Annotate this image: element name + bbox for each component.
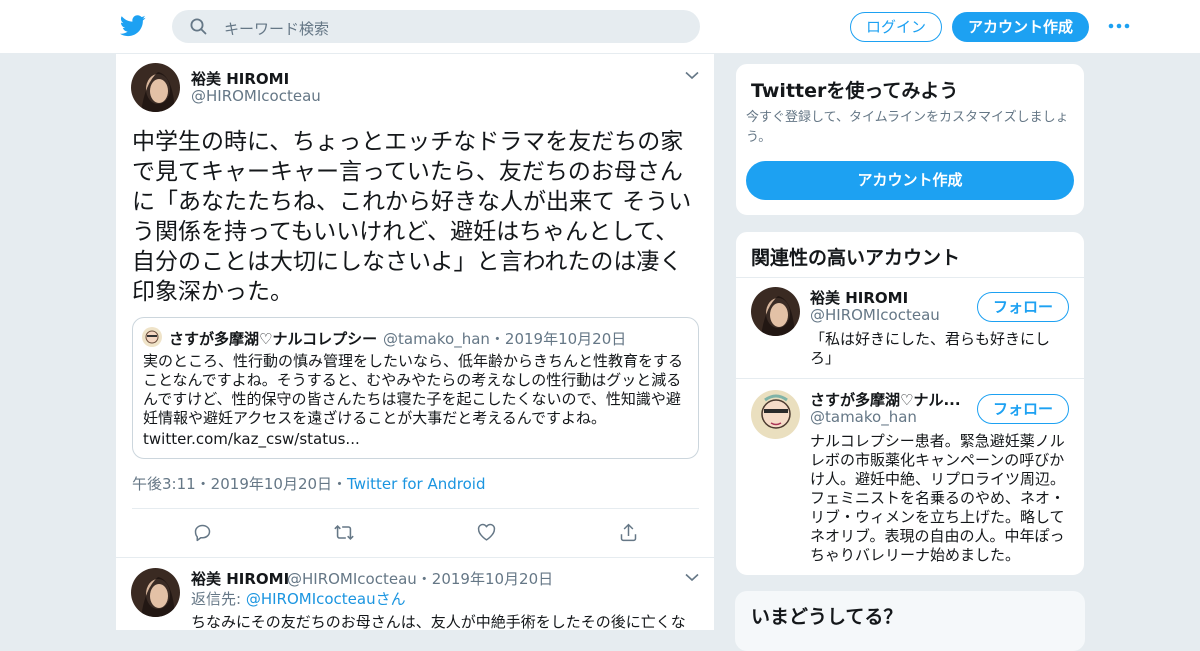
quote-author-name: さすが多摩湖♡ナルコレプシー [169,330,378,348]
tweet-timestamp[interactable]: 午後3:11・2019年10月20日・ [132,475,347,493]
related-account-name[interactable]: 裕美 HIROMI [810,287,908,308]
related-account-handle[interactable]: @HIROMIcocteau [810,306,940,324]
quote-avatar [142,327,162,347]
login-button[interactable]: ログイン [850,12,942,42]
top-navigation-bar: キーワード検索 ログイン アカウント作成 [0,0,1200,54]
signup-card-button[interactable]: アカウント作成 [746,161,1074,200]
search-input[interactable]: キーワード検索 [224,18,329,39]
follow-button[interactable]: フォロー [977,292,1069,322]
quote-handle-date: @tamako_han・2019年10月20日 [383,330,627,348]
like-heart-icon[interactable] [476,522,497,542]
share-icon[interactable] [618,522,639,543]
tweet-metadata: 午後3:11・2019年10月20日・Twitter for Android [132,473,485,494]
signup-card: Twitterを使ってみよう 今すぐ登録して、タイムラインをカスタマイズしましょ… [735,63,1085,216]
quote-link[interactable]: twitter.com/kaz_csw/status... [143,430,360,448]
reply-author-name[interactable]: 裕美 HIROMI [191,568,289,589]
related-accounts-title: 関連性の高いアカウント [751,247,961,269]
chevron-down-icon[interactable] [685,573,699,582]
replying-to-label: 返信先: [191,590,246,608]
reply-text: ちなみにその友だちのお母さんは、友人が中絶手術をしたその後に亡くな [191,613,686,631]
tweet-source[interactable]: Twitter for Android [347,475,485,493]
tweet-separator [116,557,714,558]
reply-icon[interactable] [192,522,213,543]
trends-card: いまどうしてる？ [735,591,1085,651]
related-account-avatar[interactable] [751,287,800,336]
signup-button[interactable]: アカウント作成 [952,12,1089,42]
signup-card-subtitle: 今すぐ登録して、タイムラインをカスタマイズしましょう。 [746,110,1069,145]
related-account-bio: 「私は好きにした、君らも好きにしろ」 [810,330,1051,367]
follow-button[interactable]: フォロー [977,394,1069,424]
replying-to: 返信先: @HIROMIcocteauさん [191,588,406,609]
divider [736,277,1084,278]
search-box[interactable]: キーワード検索 [172,10,700,43]
tweet-column: 裕美 HIROMI @HIROMIcocteau 中学生の時に、ちょっとエッチな… [115,54,715,631]
more-icon[interactable] [1108,22,1130,30]
replying-to-suffix: さん [375,590,406,608]
author-avatar[interactable] [131,63,180,112]
divider [736,378,1084,379]
twitter-bird-icon[interactable] [120,14,146,38]
author-name[interactable]: 裕美 HIROMI [191,68,289,89]
related-account-handle[interactable]: @tamako_han [810,408,917,426]
related-account-name[interactable]: さすが多摩湖♡ナル... [810,389,961,410]
author-handle[interactable]: @HIROMIcocteau [191,87,321,105]
retweet-icon[interactable] [333,522,355,543]
replying-to-handle[interactable]: @HIROMIcocteau [246,590,376,608]
related-account-bio: ナルコレプシー患者。緊急避妊薬ノルレボの市販薬化キャンペーンの呼びかけ人。避妊中… [810,432,1066,564]
reply-handle-date[interactable]: @HIROMIcocteau・2019年10月20日 [287,568,553,589]
tweet-text: 中学生の時に、ちょっとエッチなドラマを友だちの家で見てキャーキャー言っていたら、… [132,129,692,305]
signup-card-title: Twitterを使ってみよう [751,80,959,102]
quote-text: 実のところ、性行動の慎み管理をしたいなら、低年齢からきちんと性教育をすることなん… [143,352,684,427]
related-account-avatar[interactable] [751,390,800,439]
trends-title: いまどうしてる？ [751,606,903,628]
search-icon [190,18,207,35]
related-accounts-card: 関連性の高いアカウント 裕美 HIROMI @HIROMIcocteau フォロ… [735,231,1085,576]
quoted-tweet[interactable]: さすが多摩湖♡ナルコレプシー @tamako_han・2019年10月20日 実… [132,317,699,459]
reply-author-avatar[interactable] [131,568,180,617]
divider [132,508,699,509]
chevron-down-icon[interactable] [685,71,699,80]
